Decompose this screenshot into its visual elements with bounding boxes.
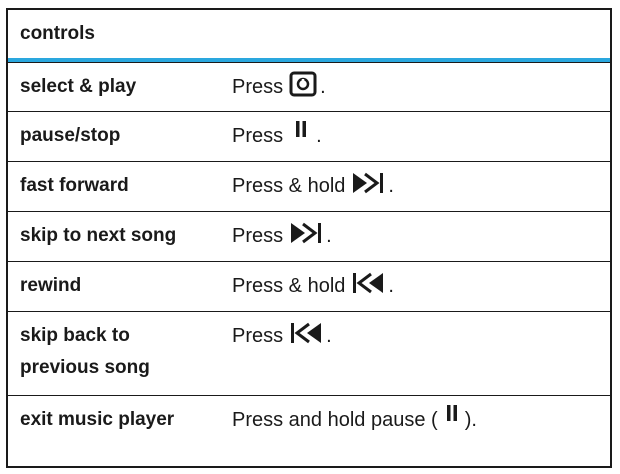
action-suffix: . <box>326 225 332 247</box>
control-name-line: previous song <box>20 357 150 378</box>
control-name-line: skip back to <box>20 325 130 346</box>
control-name: exit music player <box>20 409 175 430</box>
control-action: Press . <box>232 312 610 395</box>
table-header: controls <box>8 10 610 62</box>
pause-icon <box>295 120 307 138</box>
action-text: Press & hold <box>232 275 346 297</box>
action-suffix: . <box>316 125 322 147</box>
action-text: Press <box>232 325 284 347</box>
control-action: Press & hold . <box>232 162 610 211</box>
controls-table: controls select & play Press . pause/sto… <box>6 8 612 468</box>
table-row: rewind Press & hold . <box>8 261 610 311</box>
skip-back-icon <box>289 320 323 346</box>
action-suffix: . <box>388 175 394 197</box>
pause-icon <box>446 404 458 422</box>
table-row: skip to next song Press . <box>8 211 610 261</box>
control-name: pause/stop <box>20 125 121 146</box>
table-row: select & play Press . <box>8 62 610 111</box>
control-action: Press . <box>232 112 610 161</box>
control-name: skip back to previous song <box>8 312 232 395</box>
header-title: controls <box>20 23 95 44</box>
table-row: exit music player Press and hold pause (… <box>8 395 610 466</box>
action-text: Press <box>232 76 284 98</box>
action-suffix: . <box>320 76 326 98</box>
skip-forward-icon <box>289 220 323 246</box>
control-action: Press . <box>232 63 610 111</box>
skip-back-icon <box>351 270 385 296</box>
action-text: Press <box>232 125 284 147</box>
skip-forward-icon <box>351 170 385 196</box>
center-select-key-icon <box>289 71 317 97</box>
table-row: fast forward Press & hold . <box>8 161 610 211</box>
control-action: Press & hold . <box>232 262 610 311</box>
table-row: pause/stop Press . <box>8 111 610 161</box>
control-name: skip to next song <box>20 225 177 246</box>
table-row: skip back to previous song Press . <box>8 311 610 395</box>
control-name: select & play <box>20 76 137 97</box>
control-action: Press . <box>232 212 610 261</box>
action-suffix: . <box>388 275 394 297</box>
control-name: rewind <box>20 275 82 296</box>
control-name: fast forward <box>20 175 129 196</box>
action-suffix: ). <box>464 409 477 431</box>
action-text: Press <box>232 225 284 247</box>
control-action: Press and hold pause ( ). <box>232 396 610 466</box>
action-text: Press and hold pause ( <box>232 409 438 431</box>
action-text: Press & hold <box>232 175 346 197</box>
action-suffix: . <box>326 325 332 347</box>
